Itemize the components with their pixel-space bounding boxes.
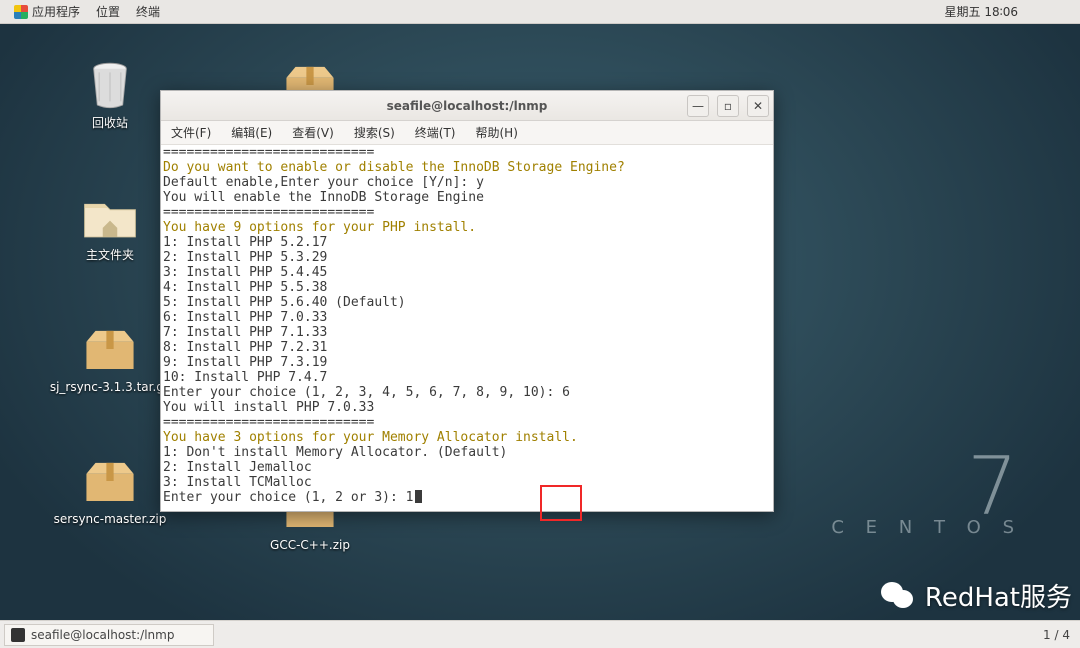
places-menu[interactable]: 位置 xyxy=(88,0,128,23)
menu-search[interactable]: 搜索(S) xyxy=(344,124,405,141)
menu-view[interactable]: 查看(V) xyxy=(282,124,344,141)
terminal-body[interactable]: =========================== Do you want … xyxy=(161,145,773,505)
trash-icon[interactable]: 回收站 xyxy=(45,56,175,130)
power-icon[interactable] xyxy=(1058,0,1074,23)
volume-icon[interactable] xyxy=(1042,0,1058,23)
redhat-overlay: RedHat服务 xyxy=(881,577,1072,614)
terminal-task-icon xyxy=(11,628,25,642)
archive-sjrsync-icon[interactable]: sj_rsync-3.1.3.tar.gz xyxy=(45,320,175,394)
menu-file[interactable]: 文件(F) xyxy=(161,124,221,141)
applications-menu[interactable]: 应用程序 xyxy=(6,0,88,23)
top-panel: 应用程序 位置 终端 星期五 18∶06 xyxy=(0,0,1080,24)
menu-terminal[interactable]: 终端(T) xyxy=(405,124,466,141)
menu-help[interactable]: 帮助(H) xyxy=(466,124,528,141)
clock[interactable]: 星期五 18∶06 xyxy=(937,0,1026,23)
applications-label: 应用程序 xyxy=(32,3,80,20)
minimize-button[interactable]: — xyxy=(687,95,709,117)
centos-watermark: 7 C E N T O S xyxy=(831,457,1022,538)
titlebar[interactable]: seafile@localhost:/lnmp — ▫ ✕ xyxy=(161,91,773,121)
gnome-logo-icon xyxy=(14,5,28,19)
terminal-menu[interactable]: 终端 xyxy=(128,0,168,23)
cursor xyxy=(415,490,422,503)
taskbar-terminal[interactable]: seafile@localhost:/lnmp xyxy=(4,624,214,646)
workspace-indicator[interactable]: 1 / 4 xyxy=(1033,628,1080,642)
archive-sersync-icon[interactable]: sersync-master.zip xyxy=(45,452,175,526)
menubar: 文件(F) 编辑(E) 查看(V) 搜索(S) 终端(T) 帮助(H) xyxy=(161,121,773,145)
network-icon[interactable] xyxy=(1026,0,1042,23)
redhat-overlay-text: RedHat服务 xyxy=(925,577,1072,614)
close-button[interactable]: ✕ xyxy=(747,95,769,117)
terminal-window: seafile@localhost:/lnmp — ▫ ✕ 文件(F) 编辑(E… xyxy=(160,90,774,512)
menu-edit[interactable]: 编辑(E) xyxy=(221,124,282,141)
maximize-button[interactable]: ▫ xyxy=(717,95,739,117)
home-folder-icon[interactable]: 主文件夹 xyxy=(45,188,175,262)
window-title: seafile@localhost:/lnmp xyxy=(161,99,773,113)
wechat-icon xyxy=(881,580,919,612)
bottom-panel: seafile@localhost:/lnmp 1 / 4 xyxy=(0,620,1080,648)
